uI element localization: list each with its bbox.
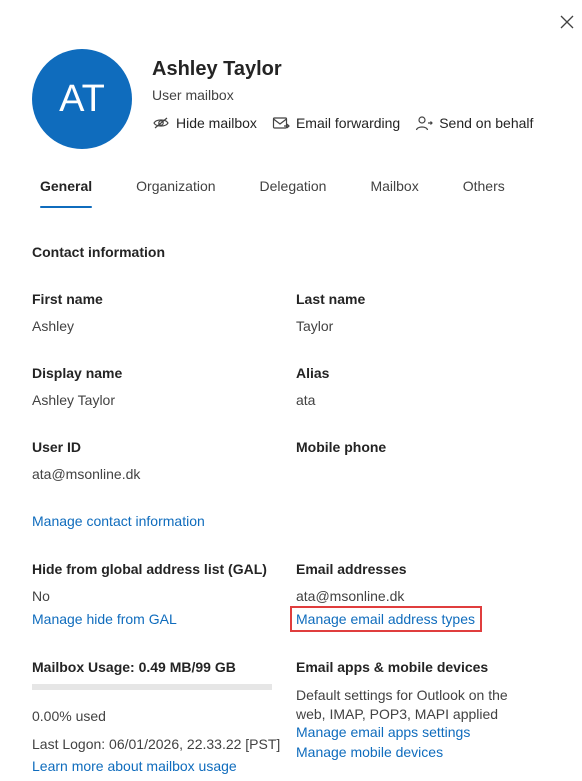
last-name-label: Last name — [296, 291, 366, 307]
send-on-behalf-label: Send on behalf — [439, 115, 534, 131]
hide-icon — [153, 117, 169, 129]
mail-forward-icon — [272, 117, 290, 129]
email-address-value: ata@msonline.dk — [296, 588, 405, 604]
manage-email-apps-link[interactable]: Manage email apps settings — [296, 724, 470, 740]
user-name: Ashley Taylor — [152, 58, 282, 80]
mailbox-usage-bar — [32, 684, 272, 690]
email-forwarding-button[interactable]: Email forwarding — [272, 115, 400, 131]
tab-others[interactable]: Others — [455, 178, 513, 210]
alias-value: ata — [296, 392, 316, 408]
user-type: User mailbox — [152, 87, 234, 103]
tab-organization[interactable]: Organization — [128, 178, 223, 210]
first-name-value: Ashley — [32, 318, 75, 334]
usage-percent: 0.00% used — [32, 708, 106, 724]
manage-contact-info-link[interactable]: Manage contact information — [32, 513, 205, 529]
email-apps-description: Default settings for Outlook on the web,… — [296, 687, 508, 722]
tab-general[interactable]: General — [32, 178, 100, 210]
last-logon: Last Logon: 06/01/2026, 22.33.22 [PST] — [32, 736, 281, 752]
email-forwarding-label: Email forwarding — [295, 115, 401, 131]
first-name-label: First name — [32, 291, 103, 307]
tab-delegation[interactable]: Delegation — [252, 178, 335, 210]
hide-mailbox-button[interactable]: Hide mailbox — [152, 115, 257, 131]
manage-mobile-devices-link[interactable]: Manage mobile devices — [296, 744, 443, 760]
send-on-behalf-button[interactable]: Send on behalf — [415, 115, 533, 131]
close-icon — [560, 15, 574, 29]
user-id-value: ata@msonline.dk — [32, 466, 141, 482]
contact-info-title: Contact information — [32, 244, 165, 260]
gal-label: Hide from global address list (GAL) — [32, 561, 267, 577]
tab-bar: General Organization Delegation Mailbox … — [32, 178, 541, 210]
display-name-label: Display name — [32, 365, 123, 381]
last-name-value: Taylor — [296, 318, 334, 334]
mobile-phone-label: Mobile phone — [296, 439, 387, 455]
user-id-label: User ID — [32, 439, 82, 455]
learn-more-usage-link[interactable]: Learn more about mailbox usage — [32, 758, 237, 774]
display-name-value: Ashley Taylor — [32, 392, 116, 408]
tab-mailbox[interactable]: Mailbox — [362, 178, 426, 210]
person-send-icon — [416, 116, 434, 131]
manage-email-address-types-link[interactable]: Manage email address types — [296, 611, 475, 627]
gal-value: No — [32, 588, 50, 604]
header-actions: Hide mailbox Email forwarding Send on be… — [152, 113, 548, 133]
hide-mailbox-label: Hide mailbox — [176, 115, 257, 131]
email-addresses-label: Email addresses — [296, 561, 407, 577]
alias-label: Alias — [296, 365, 330, 381]
email-apps-label: Email apps & mobile devices — [296, 659, 489, 675]
mailbox-usage-label: Mailbox Usage: 0.49 MB/99 GB — [32, 659, 236, 675]
manage-hide-gal-link[interactable]: Manage hide from GAL — [32, 611, 177, 627]
close-button[interactable] — [557, 12, 577, 32]
avatar: AT — [32, 49, 132, 149]
